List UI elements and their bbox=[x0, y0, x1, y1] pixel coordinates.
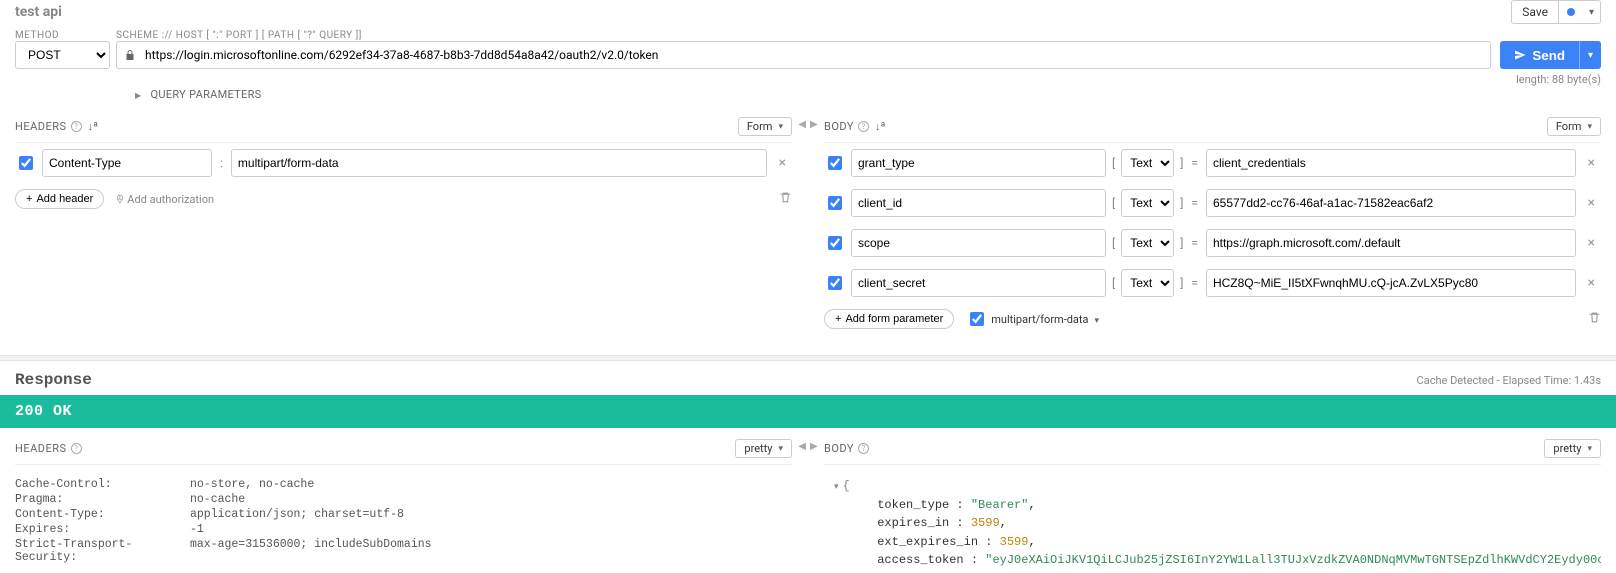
body-param-name-input[interactable] bbox=[851, 269, 1106, 297]
save-dropdown[interactable]: ▾ bbox=[1583, 7, 1600, 18]
delete-body-param-icon[interactable]: × bbox=[1582, 155, 1601, 171]
headers-view-toggle[interactable]: Form bbox=[738, 117, 792, 136]
body-param-row: [Text] = × bbox=[824, 263, 1601, 303]
body-param-value-input[interactable] bbox=[1206, 149, 1576, 177]
api-title: test api bbox=[15, 4, 62, 20]
response-header-row: Expires:-1 bbox=[15, 522, 792, 537]
chevron-right-icon: ▶ bbox=[810, 119, 818, 130]
send-button[interactable]: Send bbox=[1500, 41, 1579, 69]
body-param-type-select[interactable]: Text bbox=[1121, 189, 1174, 217]
chevron-right-icon: ▶ bbox=[810, 441, 818, 452]
panel-splitter[interactable]: ◀ ▶ bbox=[792, 111, 824, 335]
response-header-row: Strict-Transport-Security:max-age=315360… bbox=[15, 537, 792, 565]
sort-headers-icon[interactable]: ↓ª bbox=[88, 120, 98, 133]
resp-headers-view-toggle[interactable]: pretty bbox=[735, 439, 792, 458]
scheme-label: SCHEME :// HOST [ ":" PORT ] [ PATH [ "?… bbox=[116, 30, 1491, 41]
delete-body-param-icon[interactable]: × bbox=[1582, 235, 1601, 251]
chevron-left-icon: ◀ bbox=[798, 119, 806, 130]
help-icon[interactable]: ? bbox=[858, 443, 869, 454]
body-param-value-input[interactable] bbox=[1206, 269, 1576, 297]
url-input[interactable] bbox=[116, 41, 1491, 69]
req-body-title: BODY bbox=[824, 120, 854, 133]
add-header-button[interactable]: + Add header bbox=[15, 189, 104, 209]
header-row: : × bbox=[15, 143, 792, 183]
help-icon[interactable]: ? bbox=[71, 443, 82, 454]
body-param-enable-checkbox[interactable] bbox=[828, 156, 842, 170]
help-icon[interactable]: ? bbox=[858, 121, 869, 132]
send-icon bbox=[1514, 49, 1526, 61]
delete-body-param-icon[interactable]: × bbox=[1582, 275, 1601, 291]
response-meta: Cache Detected - Elapsed Time: 1.43s bbox=[1417, 374, 1601, 387]
chevron-left-icon: ◀ bbox=[798, 441, 806, 452]
header-name-input[interactable] bbox=[42, 149, 212, 177]
response-header-row: Pragma:no-cache bbox=[15, 492, 792, 507]
body-view-toggle[interactable]: Form bbox=[1547, 117, 1601, 136]
body-param-type-select[interactable]: Text bbox=[1121, 269, 1174, 297]
body-param-enable-checkbox[interactable] bbox=[828, 236, 842, 250]
save-button[interactable]: Save bbox=[1512, 1, 1559, 23]
body-param-type-select[interactable]: Text bbox=[1121, 149, 1174, 177]
response-header-row: Cache-Control:no-store, no-cache bbox=[15, 477, 792, 492]
body-param-name-input[interactable] bbox=[851, 189, 1106, 217]
resp-body-view-toggle[interactable]: pretty bbox=[1544, 439, 1601, 458]
http-method-select[interactable]: POST bbox=[15, 41, 110, 69]
send-dropdown[interactable]: ▾ bbox=[1579, 41, 1601, 69]
key-icon: 𖠕 bbox=[116, 192, 123, 207]
plus-icon: + bbox=[835, 313, 841, 325]
help-icon[interactable]: ? bbox=[71, 121, 82, 132]
response-body-json: ▾{ token_type : "Bearer", expires_in : 3… bbox=[824, 465, 1601, 570]
header-enable-checkbox[interactable] bbox=[19, 156, 33, 170]
response-title: Response bbox=[15, 371, 92, 389]
sort-body-icon[interactable]: ↓ª bbox=[875, 120, 885, 133]
resp-headers-title: HEADERS bbox=[15, 442, 67, 455]
body-param-type-select[interactable]: Text bbox=[1121, 229, 1174, 257]
body-param-name-input[interactable] bbox=[851, 229, 1106, 257]
body-param-row: [Text] = × bbox=[824, 183, 1601, 223]
unsaved-dot-icon bbox=[1567, 8, 1575, 16]
body-param-row: [Text] = × bbox=[824, 143, 1601, 183]
req-headers-title: HEADERS bbox=[15, 120, 67, 133]
status-bar: 200 OK bbox=[0, 395, 1616, 428]
delete-header-icon[interactable]: × bbox=[773, 155, 792, 171]
header-value-input[interactable] bbox=[231, 149, 767, 177]
add-authorization-button[interactable]: 𖠕 Add authorization bbox=[116, 192, 214, 207]
url-length-label: length: 88 byte(s) bbox=[15, 69, 1601, 88]
method-label: METHOD bbox=[15, 30, 110, 41]
multipart-checkbox-label[interactable]: multipart/form-data bbox=[966, 309, 1099, 329]
add-form-param-button[interactable]: + Add form parameter bbox=[824, 309, 954, 329]
resp-body-title: BODY bbox=[824, 442, 854, 455]
clear-headers-icon[interactable] bbox=[779, 191, 792, 207]
multipart-checkbox[interactable] bbox=[970, 312, 984, 326]
lock-icon bbox=[124, 49, 136, 61]
clear-body-icon[interactable] bbox=[1588, 311, 1601, 327]
query-params-toggle[interactable]: ▶ QUERY PARAMETERS bbox=[15, 88, 1601, 111]
body-param-row: [Text] = × bbox=[824, 223, 1601, 263]
chevron-right-icon: ▶ bbox=[135, 91, 141, 100]
body-param-value-input[interactable] bbox=[1206, 189, 1576, 217]
panel-splitter[interactable]: ◀ ▶ bbox=[792, 433, 824, 570]
plus-icon: + bbox=[26, 193, 32, 205]
body-param-enable-checkbox[interactable] bbox=[828, 276, 842, 290]
delete-body-param-icon[interactable]: × bbox=[1582, 195, 1601, 211]
body-param-enable-checkbox[interactable] bbox=[828, 196, 842, 210]
response-header-row: Content-Type:application/json; charset=u… bbox=[15, 507, 792, 522]
save-button-group: Save ▾ bbox=[1511, 0, 1601, 24]
body-param-name-input[interactable] bbox=[851, 149, 1106, 177]
body-param-value-input[interactable] bbox=[1206, 229, 1576, 257]
